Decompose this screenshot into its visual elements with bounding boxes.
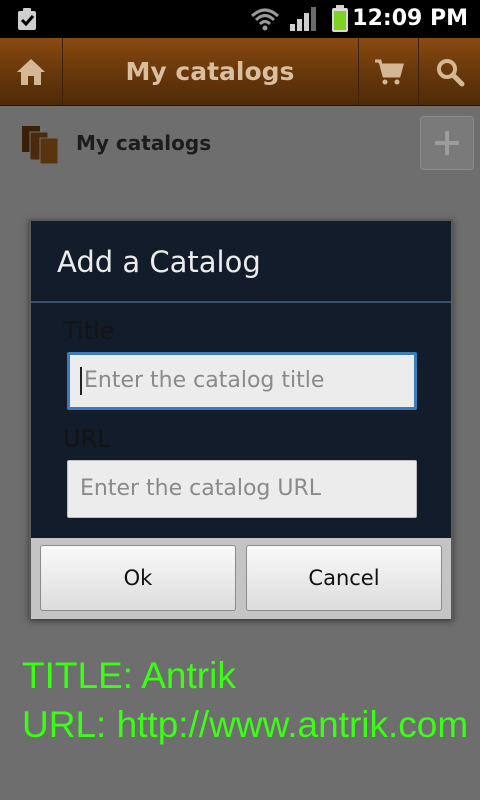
home-button[interactable]: [0, 38, 63, 105]
clipboard-check-icon: [18, 8, 36, 30]
battery-icon: [332, 5, 348, 32]
caption-title: TITLE: Antrik: [22, 655, 236, 696]
search-button[interactable]: [418, 38, 480, 105]
caption-url: URL: http://www.antrik.com: [22, 704, 469, 745]
search-icon: [437, 58, 465, 86]
url-label: URL: [63, 425, 111, 453]
signal-icon: [290, 7, 316, 31]
plus-icon: [435, 131, 459, 155]
page-title: My catalogs: [125, 57, 295, 86]
add-catalog-dialog: Add a Catalog Title Enter the catalog ti…: [29, 219, 453, 619]
list-header-label: My catalogs: [76, 131, 212, 155]
cancel-button[interactable]: Cancel: [246, 545, 442, 611]
url-input[interactable]: Enter the catalog URL: [67, 460, 417, 518]
title-input[interactable]: Enter the catalog title: [67, 352, 417, 410]
dialog-button-bar: Ok Cancel: [31, 538, 451, 619]
title-input-placeholder: Enter the catalog title: [84, 368, 325, 393]
cart-button[interactable]: [358, 38, 419, 105]
dialog-divider: [31, 301, 451, 303]
wifi-icon: [250, 8, 280, 31]
cart-icon: [375, 59, 404, 84]
home-icon: [17, 58, 45, 85]
dialog-title: Add a Catalog: [57, 245, 261, 279]
add-catalog-button[interactable]: [420, 116, 474, 170]
status-time: 12:09 PM: [352, 6, 468, 31]
ok-button[interactable]: Ok: [40, 545, 236, 611]
status-bar: 12:09 PM: [0, 0, 480, 38]
catalogs-stack-icon: [22, 126, 59, 165]
action-bar: My catalogs: [0, 38, 480, 106]
title-label: Title: [63, 317, 115, 345]
url-input-placeholder: Enter the catalog URL: [80, 476, 322, 501]
text-cursor: [80, 367, 82, 395]
